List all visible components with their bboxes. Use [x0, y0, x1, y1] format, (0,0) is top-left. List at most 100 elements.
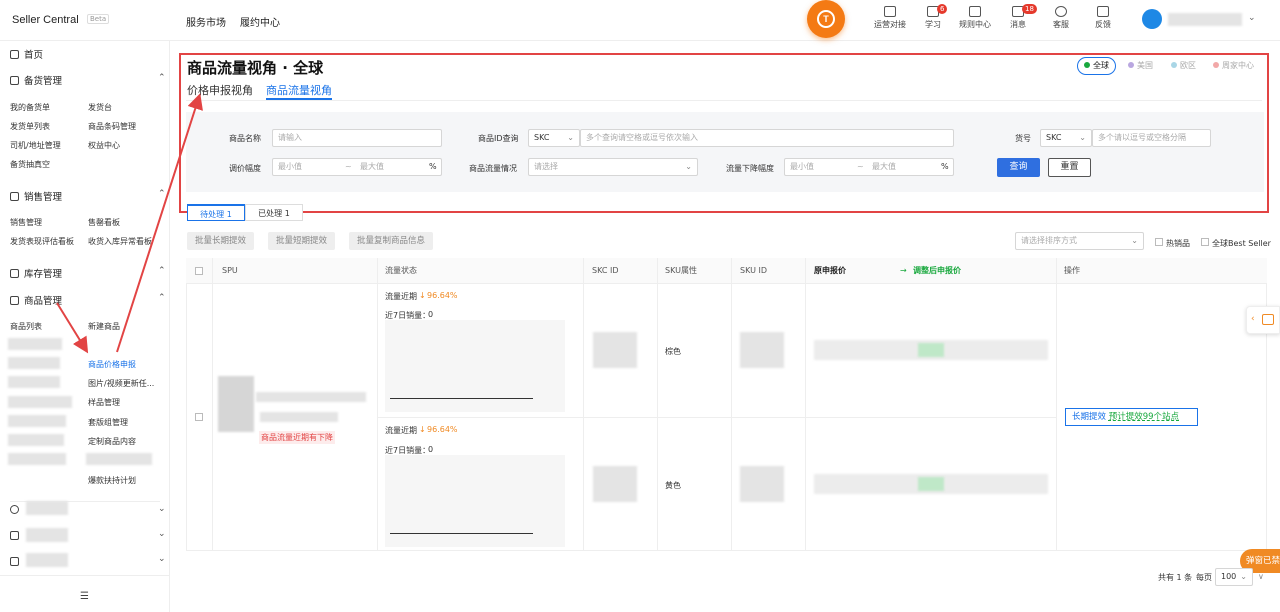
- region-eu[interactable]: 欧区: [1171, 57, 1196, 75]
- pager-prev-icon[interactable]: ∨: [1258, 572, 1264, 581]
- traffic-drop-range[interactable]: 最小值 ~ 最大值 %: [784, 158, 954, 176]
- item-code-input[interactable]: 多个请以逗号或空格分隔: [1092, 129, 1211, 147]
- select-all-checkbox[interactable]: [195, 267, 203, 275]
- sidebar-group-bike[interactable]: [10, 505, 24, 516]
- tool-rules-center[interactable]: 规则中心: [955, 6, 995, 30]
- subtab-processed[interactable]: 已处理 1: [245, 204, 303, 221]
- batch-short-term-boost-button[interactable]: 批量短期提效: [268, 232, 336, 250]
- account-chevron-down-icon[interactable]: ⌄: [1248, 13, 1256, 23]
- chevron-down-icon: ⌄: [685, 162, 692, 171]
- price-adjust-range[interactable]: 最小值 ~ 最大值 %: [272, 158, 442, 176]
- traffic-drop-label: 流量下降幅度: [726, 164, 774, 173]
- sidebar-group-stocking[interactable]: 备货管理 ⌃: [10, 73, 166, 87]
- product-name-input[interactable]: 请输入: [272, 129, 442, 147]
- tab-price-declaration-view[interactable]: 价格申报视角: [187, 82, 253, 98]
- sidebar-group-inventory[interactable]: 库存管理 ⌃: [10, 266, 166, 280]
- sidebar-home[interactable]: 首页: [10, 47, 43, 61]
- column-divider: [212, 258, 213, 551]
- traffic-drop-max-input[interactable]: 最大值: [872, 159, 896, 175]
- sidebar-item-shipping-desk[interactable]: 发货台: [88, 102, 112, 113]
- sidebar-item-soldout-board[interactable]: 售罄看板: [88, 217, 120, 228]
- product-id-type-select[interactable]: SKC ⌄: [528, 129, 580, 147]
- price-adjust-min-input[interactable]: 最小值: [278, 159, 302, 175]
- price-adjust-max-input[interactable]: 最大值: [360, 159, 384, 175]
- tool-customer-service[interactable]: 客服: [1041, 6, 1081, 30]
- sidebar-group-shield[interactable]: [10, 531, 24, 542]
- sidebar-item-blurred[interactable]: [8, 453, 66, 465]
- traffic-status-select[interactable]: 请选择 ⌄: [528, 158, 698, 176]
- sidebar-item-receiving-exception-board[interactable]: 收货入库异常看板: [88, 236, 152, 247]
- query-button[interactable]: 查询: [997, 158, 1040, 177]
- batch-copy-product-info-button[interactable]: 批量复制商品信息: [349, 232, 434, 250]
- sidebar-item-blurred[interactable]: [8, 338, 62, 350]
- sidebar-item-new-product[interactable]: 新建商品: [88, 321, 120, 332]
- sidebar-item-barcode-management[interactable]: 商品条码管理: [88, 121, 136, 132]
- sidebar-item-sales-management[interactable]: 销售管理: [10, 217, 42, 228]
- tool-ops-connect[interactable]: 运营对接: [870, 6, 910, 30]
- sku2-traffic-label: 流量近期: [385, 426, 417, 435]
- sidebar-item-blurred[interactable]: [8, 396, 72, 408]
- sidebar-item-custom-content[interactable]: 定制商品内容: [88, 436, 136, 447]
- brand-name[interactable]: Seller Central: [12, 14, 79, 26]
- region-global[interactable]: 全球: [1077, 57, 1116, 75]
- sidebar-group-products[interactable]: 商品管理 ⌃: [10, 293, 166, 307]
- sku1-adjusted-price-blurred: [918, 343, 944, 357]
- tool-messages[interactable]: 18 消息: [998, 4, 1038, 30]
- sidebar-group-blurred[interactable]: [26, 501, 68, 515]
- collapse-sidebar-icon[interactable]: ☰: [80, 591, 89, 602]
- sort-select[interactable]: 请选择排序方式 ⌄: [1015, 232, 1144, 250]
- chevron-down-icon[interactable]: ⌄: [158, 504, 166, 514]
- sidebar-item-sample-management[interactable]: 样品管理: [88, 397, 120, 408]
- app-logo-button[interactable]: T: [807, 0, 845, 38]
- sidebar-item-blurred[interactable]: [8, 376, 60, 388]
- sidebar-item-hot-support-plan[interactable]: 爆款扶持计划: [88, 475, 136, 486]
- reset-button[interactable]: 重置: [1048, 158, 1091, 177]
- sidebar-item-shipping-eval-board[interactable]: 发货表现评估看板: [10, 236, 74, 247]
- table-header: [186, 258, 1267, 283]
- sidebar-item-price-declaration[interactable]: 商品价格申报: [88, 359, 136, 370]
- batch-long-term-boost-button[interactable]: 批量长期提效: [187, 232, 255, 250]
- product-title-blurred[interactable]: [256, 392, 366, 402]
- edit-icon: [1097, 6, 1109, 17]
- sidebar-item-media-update-tasks[interactable]: 图片/视频更新任...: [88, 378, 154, 389]
- user-name-blurred[interactable]: [1168, 13, 1242, 26]
- pager-size-select[interactable]: 100 ⌄: [1215, 568, 1253, 586]
- sidebar-item-driver-address[interactable]: 司机/地址管理: [10, 140, 61, 151]
- sidebar-item-vacuum-packing[interactable]: 备货抽真空: [10, 159, 50, 170]
- long-term-boost-action[interactable]: 长期提效 预计提效99个站点: [1065, 408, 1198, 426]
- sidebar-group-blurred[interactable]: [26, 528, 68, 542]
- user-avatar[interactable]: [1142, 9, 1162, 29]
- sidebar-group-blurred[interactable]: [26, 553, 68, 567]
- traffic-drop-min-input[interactable]: 最小值: [790, 159, 814, 175]
- tab-product-traffic-view[interactable]: 商品流量视角: [266, 82, 332, 98]
- region-dot-icon: [1171, 62, 1177, 68]
- best-seller-checkbox[interactable]: [1201, 238, 1209, 246]
- item-code-type-select[interactable]: SKC ⌄: [1040, 129, 1092, 147]
- region-us[interactable]: 美国: [1128, 57, 1153, 75]
- sidebar-item-template-group[interactable]: 套版组管理: [88, 417, 128, 428]
- sidebar-item-my-stock-orders[interactable]: 我的备货单: [10, 102, 50, 113]
- sidebar-item-shipment-list[interactable]: 发货单列表: [10, 121, 50, 132]
- row-checkbox[interactable]: [195, 413, 203, 421]
- sidebar-group-sales[interactable]: 销售管理 ⌃: [10, 189, 166, 203]
- sidebar-item-blurred[interactable]: [86, 453, 152, 465]
- chevron-down-icon[interactable]: ⌄: [158, 529, 166, 539]
- subtab-pending[interactable]: 待处理 1: [187, 204, 245, 221]
- region-other[interactable]: 周家中心: [1213, 57, 1254, 75]
- nav-fulfillment-center[interactable]: 履约中心: [240, 14, 280, 29]
- tool-feedback[interactable]: 反馈: [1083, 6, 1123, 30]
- sidebar-item-benefits-center[interactable]: 权益中心: [88, 140, 120, 151]
- nav-service-market[interactable]: 服务市场: [186, 14, 226, 29]
- column-header-spu: SPU: [222, 266, 238, 275]
- floating-chat-button[interactable]: ‹: [1246, 306, 1280, 334]
- chevron-down-icon[interactable]: ⌄: [158, 554, 166, 564]
- sidebar-item-product-list[interactable]: 商品列表: [10, 321, 42, 332]
- product-id-input[interactable]: 多个查询请空格或逗号依次输入: [580, 129, 954, 147]
- sidebar-item-blurred[interactable]: [8, 415, 66, 427]
- sidebar-item-blurred[interactable]: [8, 357, 60, 369]
- product-thumbnail[interactable]: [218, 376, 254, 432]
- tool-learning[interactable]: 6 学习: [913, 4, 953, 30]
- sidebar-group-list[interactable]: [10, 557, 24, 568]
- sidebar-item-blurred[interactable]: [8, 434, 64, 446]
- hot-seller-checkbox[interactable]: [1155, 238, 1163, 246]
